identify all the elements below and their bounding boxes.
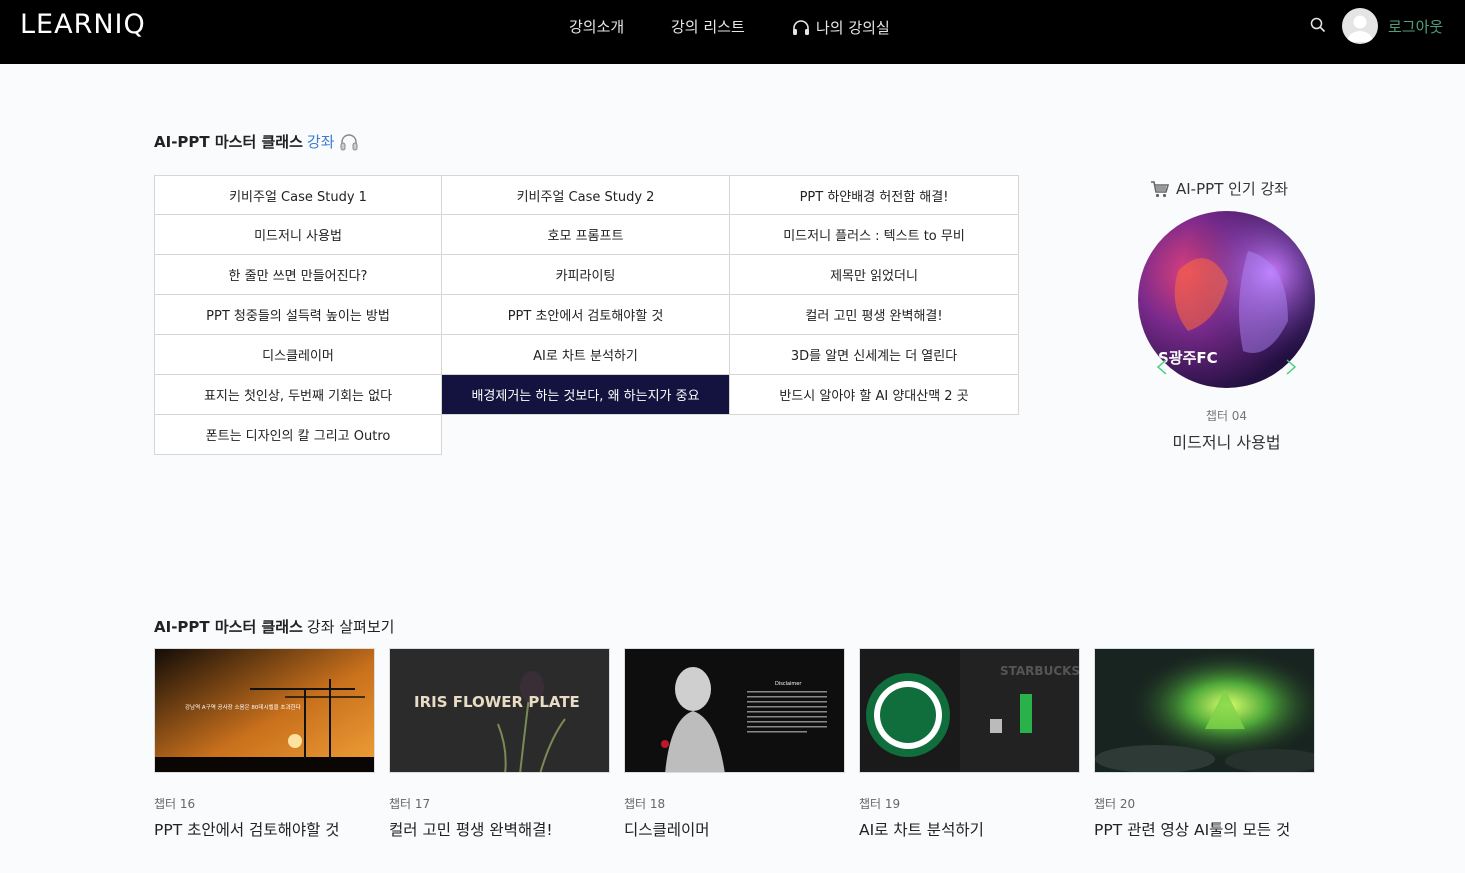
- lecture-item[interactable]: 3D를 알면 신세계는 더 열린다: [730, 335, 1019, 375]
- lecture-grid: 키비주얼 Case Study 1 키비주얼 Case Study 2 PPT 하얀…: [154, 175, 1019, 455]
- browse-title-rest: 강좌 살펴보기: [306, 618, 395, 636]
- lecture-item[interactable]: 호모 프롬프트: [442, 215, 730, 255]
- nav-course-list[interactable]: 강의 리스트: [671, 16, 745, 38]
- search-icon[interactable]: [1310, 17, 1326, 33]
- thumb-caption: STARBUCKS: [1000, 664, 1080, 678]
- course-thumbnail[interactable]: [1094, 648, 1315, 773]
- card-title[interactable]: AI로 차트 분석하기: [859, 818, 1080, 840]
- course-card[interactable]: 챕터 20 PPT 관련 영상 AI툴의 모든 것: [1094, 648, 1315, 840]
- nav-my-classroom[interactable]: 나의 강의실: [792, 16, 890, 38]
- course-title-strong: AI-PPT 마스터 클래스: [154, 133, 303, 151]
- course-thumbnail[interactable]: STARBUCKS: [859, 648, 1080, 773]
- card-chapter: 챕터 19: [859, 797, 901, 811]
- lecture-item[interactable]: 디스클레이머: [154, 335, 442, 375]
- course-card[interactable]: Disclaimer 챕터 18 디스클레이머: [624, 648, 845, 840]
- course-title-accent: 강좌: [306, 133, 335, 151]
- user-silhouette-icon: [1347, 15, 1373, 42]
- course-card[interactable]: IRIS FLOWER PLATE 챕터 17 컬러 고민 평생 완벽해결!: [389, 648, 610, 840]
- browse-section-title: AI-PPT 마스터 클래스 강좌 살펴보기: [154, 616, 394, 637]
- headphones-icon: [793, 19, 809, 35]
- logout-link[interactable]: 로그아웃: [1388, 16, 1443, 37]
- lecture-item[interactable]: 키비주얼 Case Study 2: [442, 175, 730, 215]
- user-avatar[interactable]: [1342, 8, 1378, 44]
- lecture-item[interactable]: PPT 초안에서 검토해야할 것: [442, 295, 730, 335]
- thumb-caption: 강남역 A구역 공사장 소음은 80데시벨을 초과한다: [185, 703, 301, 711]
- popular-course-title: AI-PPT 인기 강좌: [1150, 178, 1288, 199]
- course-thumbnail[interactable]: Disclaimer: [624, 648, 845, 773]
- lecture-item[interactable]: PPT 하얀배경 허전함 해결!: [730, 175, 1019, 215]
- nav-course-intro[interactable]: 강의소개: [569, 16, 624, 38]
- course-card[interactable]: STARBUCKS 챕터 19 AI로 차트 분석하기: [859, 648, 1080, 840]
- lecture-item[interactable]: AI로 차트 분석하기: [442, 335, 730, 375]
- card-chapter: 챕터 16: [154, 797, 196, 811]
- lecture-item[interactable]: 미드저니 플러스 : 텍스트 to 무비: [730, 215, 1019, 255]
- card-chapter: 챕터 18: [624, 797, 666, 811]
- lecture-item[interactable]: PPT 청중들의 설득력 높이는 방법: [154, 295, 442, 335]
- top-navigation-bar: LEARNIQ 강의소개 강의 리스트 나의 강의실 로그아웃: [0, 0, 1465, 64]
- card-title[interactable]: 디스클레이머: [624, 818, 845, 840]
- popular-course-chapter: 챕터 04: [1205, 409, 1248, 423]
- site-logo[interactable]: LEARNIQ: [20, 9, 146, 40]
- lecture-item[interactable]: 미드저니 사용법: [154, 215, 442, 255]
- lecture-item[interactable]: 키비주얼 Case Study 1: [154, 175, 442, 215]
- lecture-item[interactable]: 폰트는 디자인의 칼 그리고 Outro: [154, 415, 442, 455]
- lecture-item[interactable]: 컬러 고민 평생 완벽해결!: [730, 295, 1019, 335]
- thumb-caption: IRIS FLOWER PLATE: [414, 693, 580, 711]
- lecture-item[interactable]: 제목만 읽었더니: [730, 255, 1019, 295]
- card-title[interactable]: PPT 관련 영상 AI툴의 모든 것: [1094, 818, 1315, 840]
- lecture-item[interactable]: 카피라이팅: [442, 255, 730, 295]
- popular-course-title-text: AI-PPT 인기 강좌: [1176, 180, 1289, 198]
- card-title[interactable]: PPT 초안에서 검토해야할 것: [154, 818, 375, 840]
- lecture-item[interactable]: 표지는 첫인상, 두번째 기회는 없다: [154, 375, 442, 415]
- nav-my-classroom-label: 나의 강의실: [816, 18, 890, 37]
- carousel-next-icon[interactable]: [1284, 358, 1298, 376]
- course-card[interactable]: 강남역 A구역 공사장 소음은 80데시벨을 초과한다 챕터 16 PPT 초안…: [154, 648, 375, 840]
- lecture-item[interactable]: 반드시 알아야 할 AI 양대산맥 2 곳: [730, 375, 1019, 415]
- lecture-item[interactable]: 배경제거는 하는 것보다, 왜 하는지가 중요: [442, 375, 730, 415]
- lecture-item[interactable]: 한 줄만 쓰면 만들어진다?: [154, 255, 442, 295]
- headphones-icon: [340, 133, 357, 150]
- browse-title-strong: AI-PPT 마스터 클래스: [154, 618, 303, 636]
- card-chapter: 챕터 17: [389, 797, 431, 811]
- card-title[interactable]: 컬러 고민 평생 완벽해결!: [389, 818, 610, 840]
- course-thumbnail[interactable]: 강남역 A구역 공사장 소음은 80데시벨을 초과한다: [154, 648, 375, 773]
- card-chapter: 챕터 20: [1094, 797, 1136, 811]
- cart-icon: [1151, 180, 1170, 197]
- course-section-title: AI-PPT 마스터 클래스 강좌: [154, 131, 359, 152]
- popular-course-name[interactable]: 미드저니 사용법: [1138, 429, 1315, 453]
- course-thumbnail[interactable]: IRIS FLOWER PLATE: [389, 648, 610, 773]
- carousel-prev-icon[interactable]: [1155, 358, 1169, 376]
- thumb-caption: Disclaimer: [775, 681, 802, 687]
